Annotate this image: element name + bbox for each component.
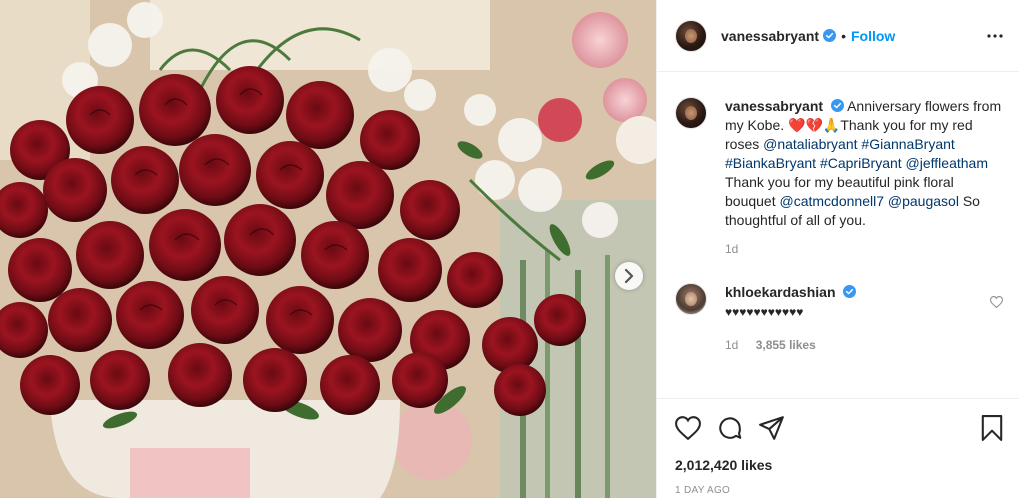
post-photo[interactable] xyxy=(0,0,656,498)
chevron-right-icon xyxy=(624,269,634,283)
verified-badge-icon xyxy=(843,285,857,298)
hashtag-link[interactable]: #GiannaBryant xyxy=(861,136,954,152)
share-icon xyxy=(759,416,784,440)
follow-button[interactable]: Follow xyxy=(851,28,895,44)
caption-emoji: ❤️💔🙏 xyxy=(788,117,841,133)
caption-time[interactable]: 1d xyxy=(725,242,738,256)
heart-icon xyxy=(675,416,701,440)
comment-meta: 1d 3,855 likes xyxy=(725,336,982,355)
like-button[interactable] xyxy=(675,416,701,440)
comment-icon xyxy=(719,417,742,439)
share-button[interactable] xyxy=(759,416,785,440)
heart-icon xyxy=(989,296,1004,309)
comment-likes[interactable]: 3,855 likes xyxy=(756,338,816,352)
caption-meta: 1d xyxy=(725,240,1003,259)
caption: vanessabryant Anniversary flowers from m… xyxy=(675,97,1003,259)
post-side-panel: vanessabryant • Follow vanessabryant Ann… xyxy=(656,0,1019,498)
comment-item: khloekardashian ♥♥♥♥♥♥♥♥♥♥♥ 1d 3,855 lik… xyxy=(675,283,1004,355)
author-avatar[interactable] xyxy=(675,19,707,52)
verified-badge-icon xyxy=(830,99,844,112)
action-bar xyxy=(675,413,1003,443)
separator-dot: • xyxy=(841,27,846,44)
mention-link[interactable]: @jeffleatham xyxy=(906,155,988,171)
caption-avatar[interactable] xyxy=(675,97,707,129)
mention-link[interactable]: @paugasol xyxy=(888,193,959,209)
commenter-username[interactable]: khloekardashian xyxy=(725,284,836,300)
save-button[interactable] xyxy=(981,415,1003,441)
verified-badge-icon xyxy=(823,29,837,42)
caption-username[interactable]: vanessabryant xyxy=(725,98,823,114)
caption-text: vanessabryant Anniversary flowers from m… xyxy=(725,97,1003,230)
commenter-avatar[interactable] xyxy=(675,283,707,315)
hashtag-link[interactable]: #CapriBryant xyxy=(820,155,902,171)
comment-button[interactable] xyxy=(717,415,743,441)
post-header: vanessabryant • Follow xyxy=(657,0,1019,72)
like-comment-button[interactable] xyxy=(989,295,1004,355)
comment-text: khloekardashian ♥♥♥♥♥♥♥♥♥♥♥ xyxy=(725,283,982,322)
mention-link[interactable]: @catmcdonnell7 xyxy=(780,193,885,209)
bookmark-icon xyxy=(981,415,1003,441)
next-photo-button[interactable] xyxy=(615,262,643,290)
more-icon xyxy=(987,33,1003,38)
post-actions: 2,012,420 likes 1 DAY AGO xyxy=(657,398,1019,498)
post-likes-count[interactable]: 2,012,420 likes xyxy=(675,457,1003,473)
more-options-button[interactable] xyxy=(987,33,1003,38)
author-username[interactable]: vanessabryant xyxy=(721,28,819,44)
comment-time[interactable]: 1d xyxy=(725,338,738,352)
roses-image xyxy=(0,0,656,498)
hashtag-link[interactable]: #BiankaBryant xyxy=(725,155,816,171)
mention-link[interactable]: @nataliabryant xyxy=(763,136,857,152)
post-timestamp[interactable]: 1 DAY AGO xyxy=(675,485,1003,496)
comments-list[interactable]: vanessabryant Anniversary flowers from m… xyxy=(657,73,1019,398)
comment-hearts: ♥♥♥♥♥♥♥♥♥♥♥ xyxy=(725,305,804,319)
